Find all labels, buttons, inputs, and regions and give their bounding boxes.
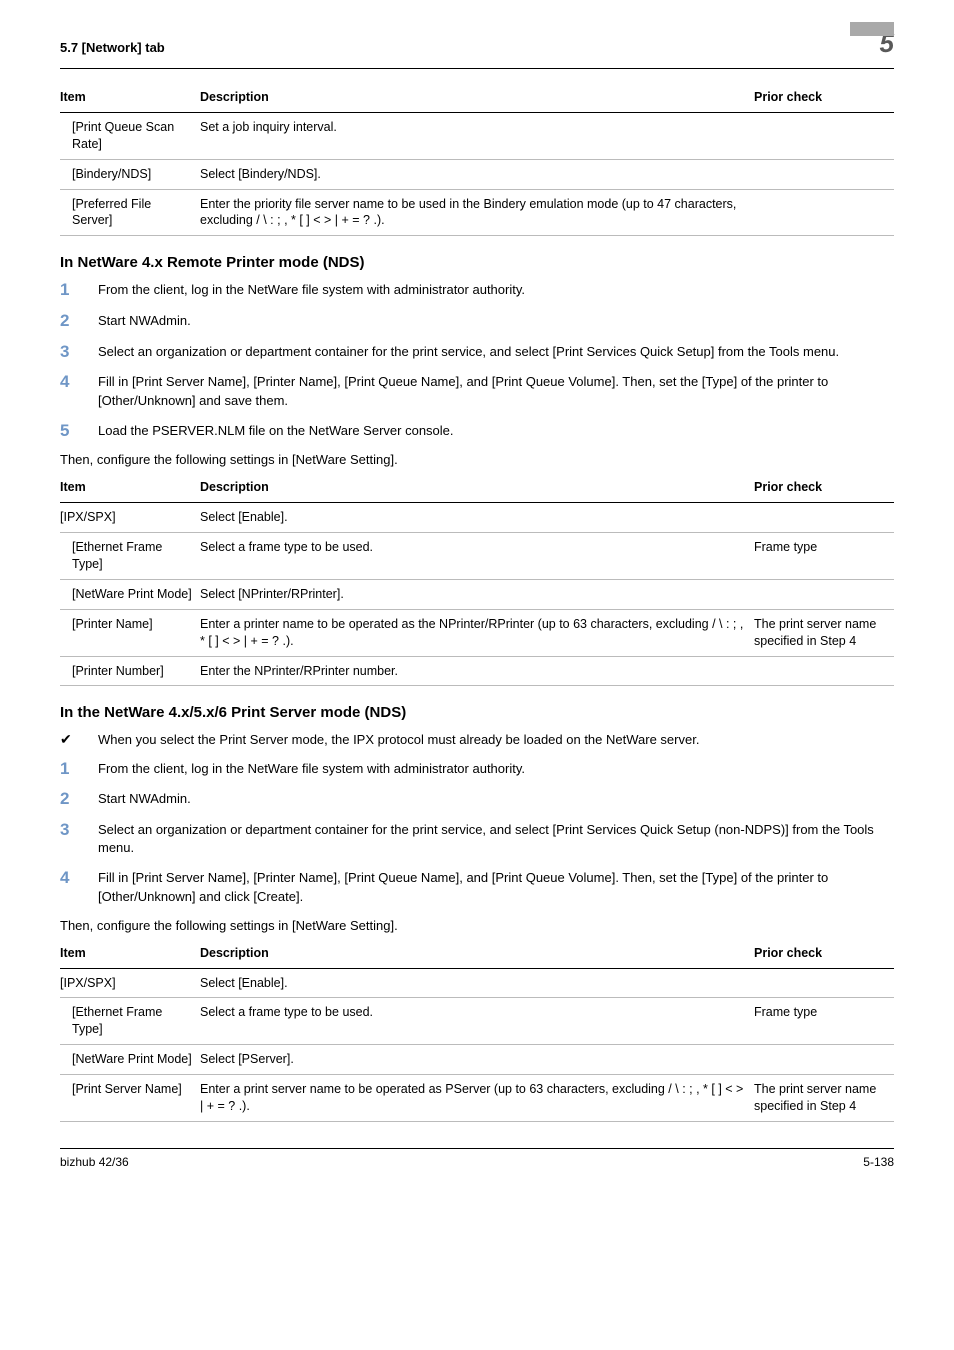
step-number: 1 bbox=[60, 281, 98, 300]
table-row: [Printer Number] Enter the NPrinter/RPri… bbox=[60, 656, 894, 686]
cell-desc: Enter the priority file server name to b… bbox=[200, 189, 754, 236]
cell-desc: Select [NPrinter/RPrinter]. bbox=[200, 579, 754, 609]
col-description: Description bbox=[200, 939, 754, 968]
section-title-nds-pserver: In the NetWare 4.x/5.x/6 Print Server mo… bbox=[60, 704, 894, 721]
table-row: [Print Server Name] Enter a print server… bbox=[60, 1075, 894, 1122]
page-header: 5.7 [Network] tab 5 bbox=[60, 30, 894, 69]
table-row: [Print Queue Scan Rate] Set a job inquir… bbox=[60, 112, 894, 159]
steps-list-b: 1From the client, log in the NetWare fil… bbox=[60, 760, 894, 906]
col-description: Description bbox=[200, 473, 754, 502]
step-text: Start NWAdmin. bbox=[98, 312, 894, 331]
step-text: Select an organization or department con… bbox=[98, 821, 894, 857]
step-number: 1 bbox=[60, 760, 98, 779]
cell-prior bbox=[754, 159, 894, 189]
step-number: 5 bbox=[60, 422, 98, 441]
step-text: Fill in [Print Server Name], [Printer Na… bbox=[98, 373, 894, 409]
header-page-marker: 5 bbox=[834, 30, 894, 64]
table-nds-pserver: Item Description Prior check [IPX/SPX] S… bbox=[60, 939, 894, 1122]
check-icon: ✔ bbox=[60, 731, 98, 749]
section-title-nds-remote: In NetWare 4.x Remote Printer mode (NDS) bbox=[60, 254, 894, 271]
step-number: 2 bbox=[60, 790, 98, 809]
cell-desc: Enter the NPrinter/RPrinter number. bbox=[200, 656, 754, 686]
check-note: ✔ When you select the Print Server mode,… bbox=[60, 731, 894, 749]
cell-item: [Printer Number] bbox=[60, 663, 164, 680]
cell-item: [IPX/SPX] bbox=[60, 503, 200, 533]
table-row: [Bindery/NDS] Select [Bindery/NDS]. bbox=[60, 159, 894, 189]
cell-desc: Select [Bindery/NDS]. bbox=[200, 159, 754, 189]
table-row: [NetWare Print Mode] Select [PServer]. bbox=[60, 1045, 894, 1075]
col-item: Item bbox=[60, 473, 200, 502]
table-row: [IPX/SPX] Select [Enable]. bbox=[60, 503, 894, 533]
cell-item: [Preferred File Server] bbox=[60, 196, 192, 230]
section-a-after: Then, configure the following settings i… bbox=[60, 452, 894, 467]
col-item: Item bbox=[60, 939, 200, 968]
cell-prior bbox=[754, 1045, 894, 1075]
cell-item: [NetWare Print Mode] bbox=[60, 1051, 192, 1068]
col-prior-check: Prior check bbox=[754, 939, 894, 968]
cell-desc: Select a frame type to be used. bbox=[200, 998, 754, 1045]
step-number: 2 bbox=[60, 312, 98, 331]
cell-item: [Bindery/NDS] bbox=[60, 166, 151, 183]
cell-item: [Ethernet Frame Type] bbox=[60, 539, 192, 573]
cell-desc: Select a frame type to be used. bbox=[200, 533, 754, 580]
table-row: [NetWare Print Mode] Select [NPrinter/RP… bbox=[60, 579, 894, 609]
table-bindery: Item Description Prior check [Print Queu… bbox=[60, 83, 894, 236]
cell-prior bbox=[754, 189, 894, 236]
cell-prior: The print server name specified in Step … bbox=[754, 609, 894, 656]
step-number: 3 bbox=[60, 343, 98, 362]
table-nds-remote: Item Description Prior check [IPX/SPX] S… bbox=[60, 473, 894, 686]
cell-desc: Enter a printer name to be operated as t… bbox=[200, 609, 754, 656]
cell-desc: Select [PServer]. bbox=[200, 1045, 754, 1075]
step-text: Start NWAdmin. bbox=[98, 790, 894, 809]
cell-desc: Set a job inquiry interval. bbox=[200, 112, 754, 159]
step-text: Select an organization or department con… bbox=[98, 343, 894, 362]
cell-item: [Ethernet Frame Type] bbox=[60, 1004, 192, 1038]
footer-left: bizhub 42/36 bbox=[60, 1155, 129, 1169]
step-number: 3 bbox=[60, 821, 98, 857]
step-text: Load the PSERVER.NLM file on the NetWare… bbox=[98, 422, 894, 441]
cell-prior: Frame type bbox=[754, 998, 894, 1045]
cell-item: [IPX/SPX] bbox=[60, 968, 200, 998]
cell-item: [Print Queue Scan Rate] bbox=[60, 119, 192, 153]
cell-desc: Select [Enable]. bbox=[200, 968, 754, 998]
table-row: [Ethernet Frame Type] Select a frame typ… bbox=[60, 998, 894, 1045]
footer-right: 5-138 bbox=[863, 1155, 894, 1169]
col-prior-check: Prior check bbox=[754, 83, 894, 112]
steps-list-a: 1From the client, log in the NetWare fil… bbox=[60, 281, 894, 440]
col-description: Description bbox=[200, 83, 754, 112]
cell-item: [Printer Name] bbox=[60, 616, 153, 633]
cell-prior bbox=[754, 579, 894, 609]
cell-prior bbox=[754, 112, 894, 159]
cell-desc: Enter a print server name to be operated… bbox=[200, 1075, 754, 1122]
col-prior-check: Prior check bbox=[754, 473, 894, 502]
cell-prior bbox=[754, 503, 894, 533]
step-number: 4 bbox=[60, 373, 98, 409]
section-b-after: Then, configure the following settings i… bbox=[60, 918, 894, 933]
header-shade bbox=[850, 22, 894, 36]
cell-prior: Frame type bbox=[754, 533, 894, 580]
cell-desc: Select [Enable]. bbox=[200, 503, 754, 533]
step-text: Fill in [Print Server Name], [Printer Na… bbox=[98, 869, 894, 905]
table-row: [Printer Name] Enter a printer name to b… bbox=[60, 609, 894, 656]
page-footer: bizhub 42/36 5-138 bbox=[60, 1148, 894, 1169]
cell-prior bbox=[754, 656, 894, 686]
step-text: From the client, log in the NetWare file… bbox=[98, 281, 894, 300]
table-row: [Ethernet Frame Type] Select a frame typ… bbox=[60, 533, 894, 580]
table-row: [Preferred File Server] Enter the priori… bbox=[60, 189, 894, 236]
check-text: When you select the Print Server mode, t… bbox=[98, 731, 894, 749]
cell-item: [NetWare Print Mode] bbox=[60, 586, 192, 603]
cell-prior bbox=[754, 968, 894, 998]
step-number: 4 bbox=[60, 869, 98, 905]
cell-prior: The print server name specified in Step … bbox=[754, 1075, 894, 1122]
table-row: [IPX/SPX] Select [Enable]. bbox=[60, 968, 894, 998]
header-left-text: 5.7 [Network] tab bbox=[60, 40, 165, 55]
cell-item: [Print Server Name] bbox=[60, 1081, 182, 1098]
step-text: From the client, log in the NetWare file… bbox=[98, 760, 894, 779]
col-item: Item bbox=[60, 83, 200, 112]
